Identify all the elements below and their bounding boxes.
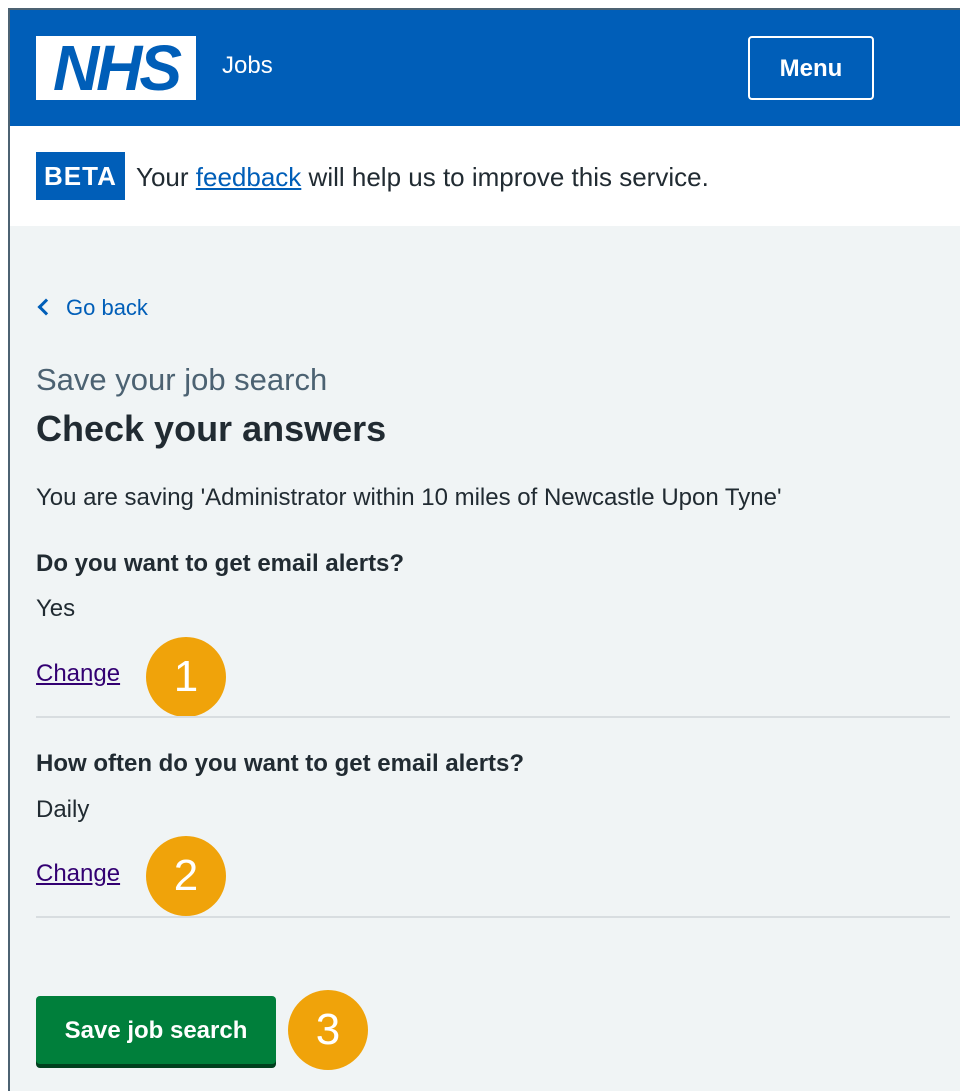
beta-text-before: Your xyxy=(136,162,189,192)
summary-value-email-alerts: Yes xyxy=(36,595,76,622)
nhs-logo-text: NHS xyxy=(52,32,182,104)
summary-key-email-alerts: Do you want to get email alerts? xyxy=(36,550,405,577)
callout-badge-2: 2 xyxy=(146,836,226,916)
service-name[interactable]: Jobs xyxy=(222,52,273,80)
beta-message: Your feedback will help us to improve th… xyxy=(136,162,709,193)
page-caption: Save your job search xyxy=(36,362,328,397)
beta-tag: BETA xyxy=(36,152,125,200)
summary-value-alert-frequency: Daily xyxy=(36,796,90,823)
summary-divider xyxy=(36,716,950,718)
callout-badge-3: 3 xyxy=(288,990,368,1070)
page-title: Check your answers xyxy=(36,408,387,449)
chevron-left-icon xyxy=(37,298,55,316)
page-frame: NHS Jobs Menu BETA Your feedback will he… xyxy=(8,8,960,1091)
intro-text: You are saving 'Administrator within 10 … xyxy=(36,484,782,511)
beta-text-after: will help us to improve this service. xyxy=(308,162,709,192)
change-alert-frequency-link[interactable]: Change xyxy=(36,860,120,888)
site-header: NHS Jobs Menu xyxy=(10,10,960,126)
summary-key-alert-frequency: How often do you want to get email alert… xyxy=(36,750,525,777)
summary-divider xyxy=(36,916,950,918)
change-email-alerts-link[interactable]: Change xyxy=(36,660,120,688)
go-back-link[interactable]: Go back xyxy=(36,295,148,321)
go-back-label: Go back xyxy=(66,295,148,320)
save-job-search-button[interactable]: Save job search xyxy=(36,996,276,1064)
menu-button[interactable]: Menu xyxy=(748,36,874,100)
feedback-link[interactable]: feedback xyxy=(196,162,302,192)
callout-badge-1: 1 xyxy=(146,637,226,717)
beta-banner: BETA Your feedback will help us to impro… xyxy=(10,126,960,226)
nhs-logo[interactable]: NHS xyxy=(36,36,196,100)
